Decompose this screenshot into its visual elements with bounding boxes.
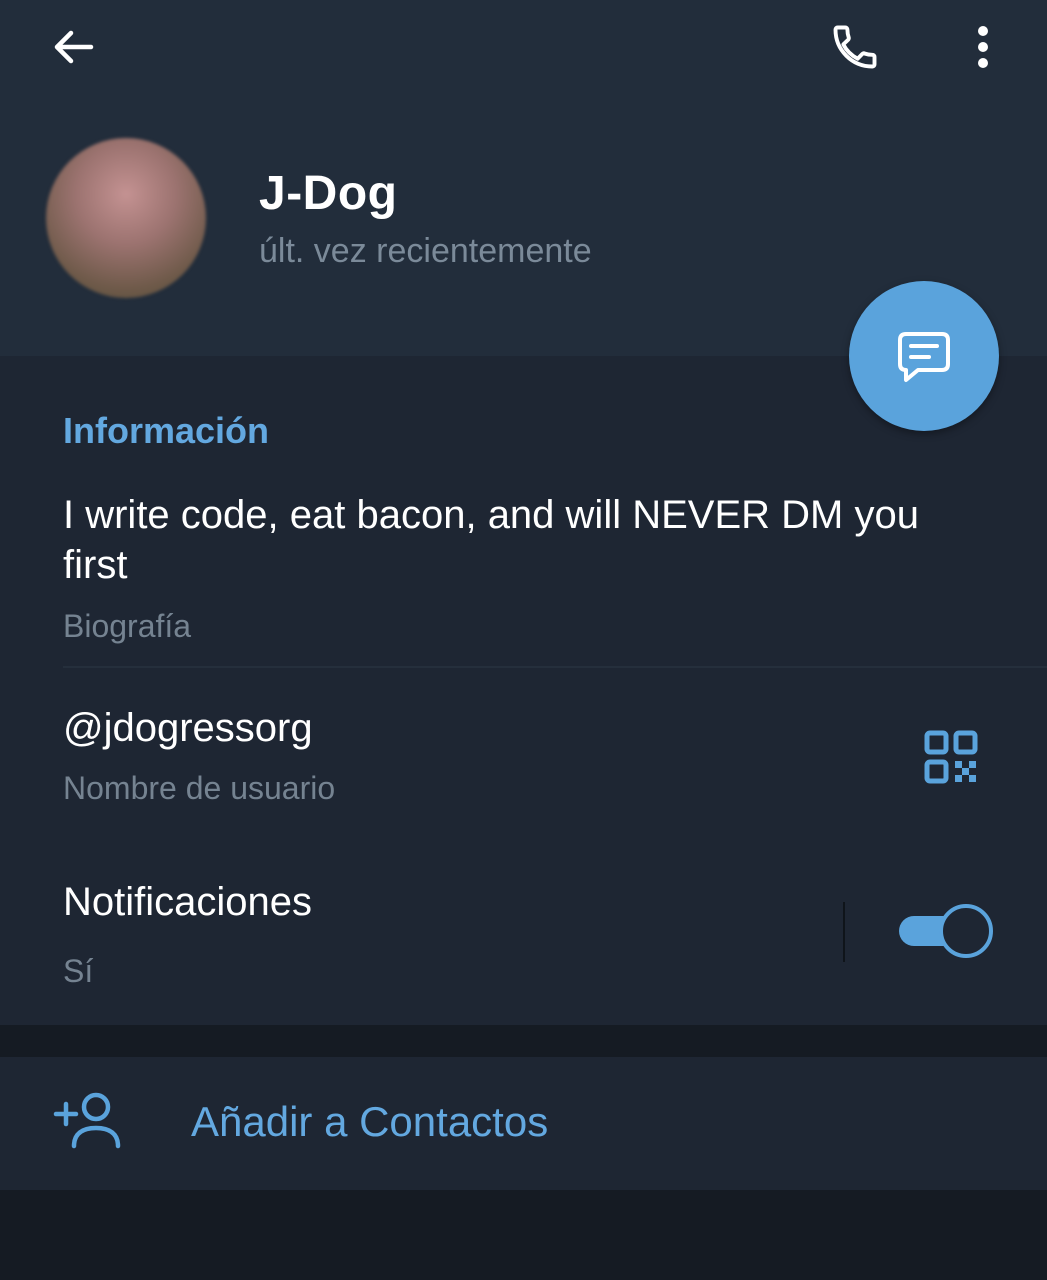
qr-code-button[interactable] bbox=[920, 726, 982, 788]
arrow-left-icon bbox=[54, 30, 94, 64]
profile-name: J-Dog bbox=[259, 167, 398, 220]
last-seen-status: últ. vez recientemente bbox=[259, 232, 592, 270]
more-vertical-icon bbox=[978, 26, 988, 68]
avatar[interactable] bbox=[46, 138, 206, 298]
message-icon bbox=[898, 332, 950, 382]
bio-text[interactable]: I write code, eat bacon, and will NEVER … bbox=[63, 490, 983, 590]
vertical-divider bbox=[843, 902, 845, 962]
notifications-toggle[interactable] bbox=[899, 904, 993, 958]
toggle-thumb bbox=[939, 904, 993, 958]
call-button[interactable] bbox=[822, 18, 888, 76]
add-user-icon bbox=[53, 1092, 121, 1149]
send-message-button[interactable] bbox=[849, 281, 999, 431]
info-section-title: Información bbox=[63, 410, 270, 451]
divider bbox=[63, 666, 1047, 668]
more-options-button[interactable] bbox=[958, 18, 1008, 76]
phone-icon bbox=[833, 25, 877, 69]
bio-label: Biografía bbox=[63, 608, 192, 644]
back-button[interactable] bbox=[40, 18, 106, 76]
username-text[interactable]: @jdogressorg bbox=[63, 706, 313, 751]
add-contact-icon-wrap bbox=[52, 1090, 124, 1150]
notifications-label[interactable]: Notificaciones bbox=[63, 880, 312, 925]
username-label: Nombre de usuario bbox=[63, 770, 336, 806]
qr-code-icon bbox=[924, 730, 978, 784]
notifications-value: Sí bbox=[63, 953, 94, 989]
add-contact-label[interactable]: Añadir a Contactos bbox=[191, 1098, 548, 1146]
